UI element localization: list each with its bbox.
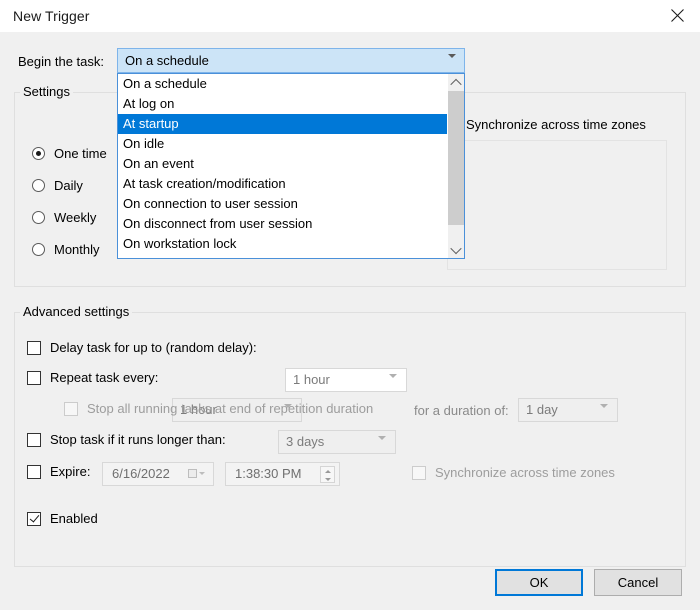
checkbox-indicator (27, 341, 41, 355)
chevron-down-icon (378, 440, 386, 455)
delay-task-checkbox-row[interactable]: Delay task for up to (random delay): (27, 340, 257, 355)
dropdown-option[interactable]: On connection to user session (118, 194, 448, 214)
chevron-down-icon (448, 58, 456, 73)
settings-legend: Settings (20, 84, 73, 99)
dropdown-option-selected[interactable]: At startup (118, 114, 448, 134)
stop-if-longer-combobox[interactable]: 3 days (278, 430, 396, 454)
triangle-down-icon (325, 478, 331, 481)
delay-task-combobox[interactable]: 1 hour (285, 368, 407, 392)
chevron-down-icon (600, 408, 608, 423)
checkbox-indicator (64, 402, 78, 416)
radio-indicator (32, 243, 45, 256)
dropdown-option[interactable]: On workstation lock (118, 234, 448, 254)
scrollbar-thumb[interactable] (448, 91, 464, 225)
radio-indicator (32, 179, 45, 192)
repeat-duration-value: 1 day (526, 402, 558, 417)
time-spinner[interactable] (320, 466, 335, 483)
dialog-body: Begin the task: On a schedule Settings O… (0, 32, 700, 610)
ok-button-label: OK (530, 575, 549, 590)
expire-label: Expire: (50, 464, 90, 479)
advanced-settings-legend: Advanced settings (20, 304, 132, 319)
checkbox-indicator (27, 371, 41, 385)
stop-if-longer-value: 3 days (286, 434, 324, 449)
chevron-down-icon (450, 242, 461, 253)
checkbox-indicator (27, 512, 41, 526)
dropdown-option[interactable]: On disconnect from user session (118, 214, 448, 234)
radio-daily[interactable]: Daily (32, 178, 83, 193)
repeat-task-label: Repeat task every: (50, 370, 158, 385)
stop-if-longer-checkbox-row[interactable]: Stop task if it runs longer than: (27, 432, 226, 447)
expire-date-value: 6/16/2022 (112, 466, 170, 481)
begin-task-selected-value: On a schedule (125, 53, 209, 68)
expire-sync-label: Synchronize across time zones (435, 465, 615, 480)
settings-sync-time-zones-label: Synchronize across time zones (466, 117, 646, 132)
dropdown-option[interactable]: At log on (118, 94, 448, 114)
chevron-down-icon (389, 378, 397, 393)
chevron-up-icon (450, 78, 461, 89)
expire-time-value: 1:38:30 PM (235, 466, 302, 481)
spinner-up-button[interactable] (321, 467, 334, 475)
checkbox-indicator (27, 465, 41, 479)
radio-label: Monthly (54, 242, 100, 257)
radio-label: Daily (54, 178, 83, 193)
stop-if-longer-label: Stop task if it runs longer than: (50, 432, 226, 447)
settings-detail-panel (447, 140, 667, 270)
delay-task-value: 1 hour (293, 372, 330, 387)
dropdown-option[interactable]: On idle (118, 134, 448, 154)
radio-label: One time (54, 146, 107, 161)
radio-weekly[interactable]: Weekly (32, 210, 96, 225)
enabled-label: Enabled (50, 511, 98, 526)
spinner-down-button[interactable] (321, 475, 334, 483)
radio-monthly[interactable]: Monthly (32, 242, 100, 257)
repeat-duration-combobox[interactable]: 1 day (518, 398, 618, 422)
scroll-down-button[interactable] (448, 241, 464, 258)
radio-label: Weekly (54, 210, 96, 225)
close-icon (671, 9, 684, 22)
checkbox-indicator (412, 466, 426, 480)
expire-time-field[interactable]: 1:38:30 PM (225, 462, 340, 486)
repeat-duration-label: for a duration of: (414, 403, 509, 418)
cancel-button[interactable]: Cancel (594, 569, 682, 596)
begin-task-label: Begin the task: (18, 54, 104, 69)
cancel-button-label: Cancel (618, 575, 658, 590)
dropdown-option[interactable]: At task creation/modification (118, 174, 448, 194)
delay-task-label: Delay task for up to (random delay): (50, 340, 257, 355)
window-title: New Trigger (13, 8, 90, 24)
stop-all-running-label: Stop all running tasks at end of repetit… (87, 401, 373, 416)
dropdown-options: On a schedule At log on At startup On id… (118, 74, 448, 259)
radio-indicator (32, 147, 45, 160)
dropdown-scrollbar[interactable] (447, 74, 464, 258)
expire-date-field[interactable]: 6/16/2022 (102, 462, 214, 486)
dropdown-option[interactable]: On a schedule (118, 74, 448, 94)
checkbox-indicator (27, 433, 41, 447)
close-button[interactable] (654, 0, 700, 31)
calendar-icon (188, 469, 205, 478)
enabled-checkbox-row[interactable]: Enabled (27, 511, 98, 526)
dropdown-option[interactable]: On workstation unlock (118, 254, 448, 259)
radio-indicator (32, 211, 45, 224)
begin-task-dropdown-list[interactable]: On a schedule At log on At startup On id… (117, 73, 465, 259)
radio-one-time[interactable]: One time (32, 146, 107, 161)
scroll-up-button[interactable] (448, 74, 464, 91)
begin-task-combobox[interactable]: On a schedule (117, 48, 465, 73)
triangle-up-icon (325, 470, 331, 473)
stop-all-running-checkbox-row: Stop all running tasks at end of repetit… (64, 401, 373, 416)
repeat-task-checkbox-row[interactable]: Repeat task every: (27, 370, 158, 385)
expire-sync-checkbox-row: Synchronize across time zones (412, 465, 615, 480)
dropdown-option[interactable]: On an event (118, 154, 448, 174)
expire-checkbox-row[interactable]: Expire: (27, 464, 90, 479)
title-bar: New Trigger (0, 0, 700, 32)
ok-button[interactable]: OK (495, 569, 583, 596)
